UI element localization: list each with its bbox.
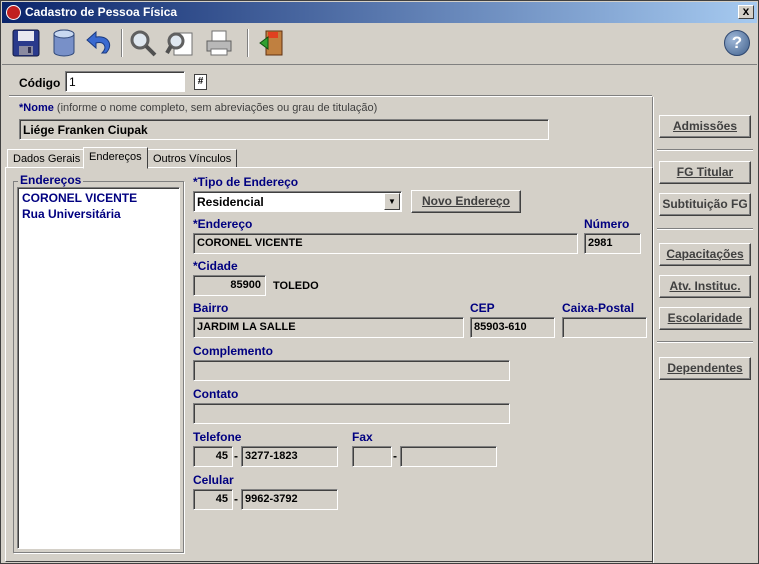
numero-input[interactable]: 2981 <box>584 233 641 254</box>
search-document-icon[interactable] <box>164 27 196 59</box>
divider <box>9 95 652 97</box>
escolaridade-button[interactable]: Escolaridade <box>659 307 751 330</box>
numero-label: Número <box>584 217 630 231</box>
title-bar: Cadastro de Pessoa Física x <box>2 2 757 23</box>
substituicao-fg-button[interactable]: Subtituição FG <box>659 193 751 216</box>
numbering-icon[interactable]: # <box>194 74 207 90</box>
dash: - <box>234 449 238 463</box>
list-item[interactable]: Rua Universitária <box>22 207 175 223</box>
help-button[interactable]: ? <box>724 30 750 56</box>
atv-instituc-button[interactable]: Atv. Instituc. <box>659 275 751 298</box>
caixa-postal-input[interactable] <box>562 317 647 338</box>
divider <box>657 341 753 343</box>
print-icon[interactable] <box>203 27 235 59</box>
celular-input[interactable]: 9962-3792 <box>241 489 338 510</box>
telefone-ddd-input[interactable]: 45 <box>193 446 233 467</box>
bairro-input[interactable]: JARDIM LA SALLE <box>193 317 464 338</box>
toolbar: ? <box>2 23 757 65</box>
tab-enderecos[interactable]: Endereços <box>83 147 148 169</box>
codigo-label: Código <box>19 76 61 90</box>
toolbar-separator <box>121 29 123 57</box>
undo-icon[interactable] <box>84 27 116 59</box>
fax-input[interactable] <box>400 446 497 467</box>
complemento-input[interactable] <box>193 360 510 381</box>
cep-label: CEP <box>470 301 495 315</box>
tipo-endereco-value: Residencial <box>197 195 264 209</box>
save-icon[interactable] <box>10 27 42 59</box>
list-item[interactable]: CORONEL VICENTE <box>22 191 175 207</box>
tab-outros-vinculos[interactable]: Outros Vínculos <box>147 149 238 169</box>
divider <box>657 149 753 151</box>
fax-ddd-input[interactable] <box>352 446 392 467</box>
window-title: Cadastro de Pessoa Física <box>25 5 178 19</box>
fax-label: Fax <box>352 430 373 444</box>
enderecos-listbox[interactable]: CORONEL VICENTE Rua Universitária <box>17 187 180 549</box>
divider <box>657 228 753 230</box>
contato-input[interactable] <box>193 403 510 424</box>
close-button[interactable]: x <box>738 5 754 19</box>
admissoes-button[interactable]: Admissões <box>659 115 751 138</box>
nome-label-text: *Nome <box>19 102 54 114</box>
nome-hint: (informe o nome completo, sem abreviaçõe… <box>56 102 378 114</box>
search-icon[interactable] <box>127 27 159 59</box>
database-icon[interactable] <box>48 27 80 59</box>
main-window: Cadastro de Pessoa Física x ? Código 1 #… <box>0 0 759 564</box>
celular-ddd-input[interactable]: 45 <box>193 489 233 510</box>
nome-label: *Nome (informe o nome completo, sem abre… <box>19 102 377 114</box>
dash: - <box>234 492 238 506</box>
codigo-input[interactable]: 1 <box>65 71 185 92</box>
toolbar-separator <box>247 29 249 57</box>
complemento-label: Complemento <box>193 344 274 358</box>
telefone-input[interactable]: 3277-1823 <box>241 446 338 467</box>
endereco-input[interactable]: CORONEL VICENTE <box>193 233 578 254</box>
enderecos-list-label: Endereços <box>18 173 84 187</box>
nome-input[interactable]: Liége Franken Ciupak <box>19 119 549 140</box>
endereco-label: *Endereço <box>193 217 253 231</box>
telefone-label: Telefone <box>193 430 242 444</box>
tab-dados-gerais[interactable]: Dados Gerais <box>7 149 87 169</box>
cidade-code-input[interactable]: 85900 <box>193 275 266 296</box>
app-icon <box>6 5 21 20</box>
chevron-down-icon[interactable]: ▼ <box>384 193 400 210</box>
tipo-endereco-select[interactable]: Residencial ▼ <box>193 191 402 212</box>
celular-label: Celular <box>193 473 234 487</box>
capacitacoes-button[interactable]: Capacitações <box>659 243 751 266</box>
cep-input[interactable]: 85903-610 <box>470 317 555 338</box>
fg-titular-button[interactable]: FG Titular <box>659 161 751 184</box>
tipo-endereco-label: *Tipo de Endereço <box>193 175 299 189</box>
dependentes-button[interactable]: Dependentes <box>659 357 751 380</box>
cidade-name: TOLEDO <box>273 280 319 292</box>
contato-label: Contato <box>193 387 239 401</box>
dash: - <box>393 449 397 463</box>
cidade-label: *Cidade <box>193 259 238 273</box>
novo-endereco-button[interactable]: Novo Endereço <box>411 190 521 213</box>
caixa-postal-label: Caixa-Postal <box>562 301 635 315</box>
bairro-label: Bairro <box>193 301 229 315</box>
exit-icon[interactable] <box>256 27 288 59</box>
